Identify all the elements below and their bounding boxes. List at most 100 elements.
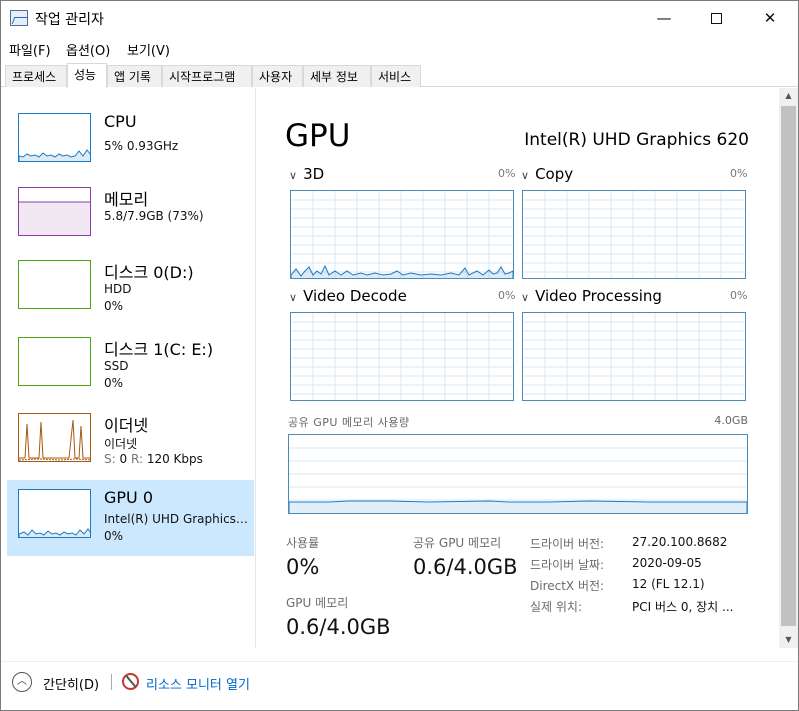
task-manager-window: 작업 관리자 — ✕ 파일(F) 옵션(O) 보기(V) 프로세스 성능 앱 기… (0, 0, 799, 711)
cpu-thumbnail-graph (18, 113, 91, 162)
open-resource-monitor-link[interactable]: 리소스 모니터 열기 (146, 674, 250, 693)
chevron-up-icon[interactable]: ︿ (12, 672, 32, 692)
menu-options[interactable]: 옵션(O) (66, 40, 110, 59)
sidebar-item-ethernet[interactable]: 이더넷 이더넷 S: 0 R: 120 Kbps (7, 404, 254, 480)
maximize-icon (710, 13, 722, 24)
shared-memory-graph-label: 공유 GPU 메모리 사용량 (288, 416, 410, 429)
engine-copy-graph (522, 190, 746, 279)
minimize-button[interactable]: — (641, 1, 687, 35)
maximize-button[interactable] (693, 1, 739, 35)
engine-video-decode-graph (290, 312, 514, 401)
memory-thumbnail-graph (18, 187, 91, 236)
sidebar-item-disk0[interactable]: 디스크 0(D:) HDD 0% (7, 251, 254, 327)
sidebar-gpu0-name: Intel(R) UHD Graphics… (104, 512, 248, 526)
sidebar-gpu0-usage: 0% (104, 529, 124, 543)
chevron-down-icon: ∨ (289, 169, 298, 182)
shared-memory-label: 공유 GPU 메모리 (413, 536, 502, 550)
driver-version-label: 드라이버 버전: (530, 537, 605, 551)
sidebar-item-gpu0[interactable]: GPU 0 Intel(R) UHD Graphics… 0% (7, 480, 254, 556)
ethernet-send-value: 0 (119, 452, 128, 466)
driver-date-label: 드라이버 날짜: (530, 558, 605, 572)
usage-value: 0% (286, 555, 320, 579)
directx-version-label: DirectX 버전: (530, 579, 605, 593)
footer-divider (111, 674, 112, 690)
scroll-thumb[interactable] (781, 106, 796, 626)
shared-memory-graph-max: 4.0GB (714, 414, 748, 427)
driver-date-value: 2020-09-05 (632, 556, 702, 570)
engine-3d-selector[interactable]: ∨ 3D (289, 165, 324, 183)
menu-view[interactable]: 보기(V) (127, 40, 170, 59)
menu-file[interactable]: 파일(F) (9, 40, 51, 59)
sidebar-disk1-usage: 0% (104, 376, 124, 390)
gpu-detail-pane: GPU Intel(R) UHD Graphics 620 ∨ 3D 0% ∨ Co… (257, 88, 779, 648)
ethernet-thumbnail-graph (18, 413, 91, 462)
sidebar-cpu-title: CPU (104, 112, 137, 131)
sidebar-memory-usage: 5.8/7.9GB (73%) (104, 209, 204, 223)
resource-monitor-icon[interactable] (122, 673, 139, 690)
scroll-up-arrow-icon[interactable]: ▲ (779, 88, 798, 104)
tab-startup[interactable]: 시작프로그램 (162, 65, 252, 87)
dedicated-memory-label: GPU 메모리 (286, 596, 349, 610)
dedicated-memory-value: 0.6/4.0GB (286, 615, 391, 639)
usage-label: 사용률 (286, 536, 320, 550)
engine-video-processing-selector[interactable]: ∨ Video Processing (521, 287, 662, 305)
engine-copy-percent: 0% (730, 167, 748, 180)
tab-bar: 프로세스 성능 앱 기록 시작프로그램 사용자 세부 정보 서비스 (1, 63, 798, 88)
page-title: GPU (285, 118, 351, 154)
chevron-down-icon: ∨ (289, 291, 298, 304)
tab-app-history[interactable]: 앱 기록 (107, 65, 162, 87)
physical-location-label: 실제 위치: (530, 600, 583, 614)
chevron-down-icon: ∨ (521, 291, 530, 304)
driver-version-value: 27.20.100.8682 (632, 535, 728, 549)
close-button[interactable]: ✕ (747, 1, 793, 35)
engine-video-processing-label: Video Processing (535, 287, 662, 305)
sidebar-disk1-type: SSD (104, 359, 129, 373)
sidebar-disk0-type: HDD (104, 282, 132, 296)
directx-version-value: 12 (FL 12.1) (632, 577, 705, 591)
gpu-model-name: Intel(R) UHD Graphics 620 (524, 130, 749, 150)
fewer-details-button[interactable]: 간단히(D) (43, 674, 99, 693)
engine-video-processing-graph (522, 312, 746, 401)
shared-memory-graph (288, 434, 748, 514)
sidebar-disk1-title: 디스크 1(C: E:) (104, 340, 214, 359)
engine-3d-label: 3D (303, 165, 325, 183)
tab-services[interactable]: 서비스 (371, 65, 421, 87)
disk0-thumbnail-graph (18, 260, 91, 309)
window-title: 작업 관리자 (35, 12, 104, 28)
physical-location-value: PCI 버스 0, 장치 ... (632, 600, 734, 614)
task-manager-icon (10, 10, 28, 26)
sidebar-cpu-usage: 5% 0.93GHz (104, 139, 179, 153)
disk1-thumbnail-graph (18, 337, 91, 386)
sidebar-item-disk1[interactable]: 디스크 1(C: E:) SSD 0% (7, 328, 254, 404)
tab-processes[interactable]: 프로세스 (5, 65, 67, 87)
scroll-down-arrow-icon[interactable]: ▼ (779, 632, 798, 648)
sidebar-memory-title: 메모리 (104, 190, 149, 209)
engine-video-decode-label: Video Decode (303, 287, 407, 305)
engine-3d-graph (290, 190, 514, 279)
ethernet-send-label: S: (104, 452, 116, 466)
engine-video-decode-percent: 0% (498, 289, 516, 302)
sidebar-gpu0-title: GPU 0 (104, 488, 154, 507)
sidebar-ethernet-adapter: 이더넷 (104, 437, 138, 451)
sidebar-item-cpu[interactable]: CPU 5% 0.93GHz (7, 104, 254, 180)
sidebar-item-memory[interactable]: 메모리 5.8/7.9GB (73%) (7, 178, 254, 254)
tab-performance[interactable]: 성능 (67, 63, 107, 88)
sidebar-disk0-usage: 0% (104, 299, 124, 313)
engine-copy-label: Copy (535, 165, 574, 183)
engine-copy-selector[interactable]: ∨ Copy (521, 165, 573, 183)
tab-users[interactable]: 사용자 (252, 65, 303, 87)
shared-memory-value: 0.6/4.0GB (413, 555, 518, 579)
performance-sidebar: CPU 5% 0.93GHz 메모리 5.8/7.9GB (73%) 디스크 0… (1, 88, 256, 648)
tab-details[interactable]: 세부 정보 (303, 65, 371, 87)
engine-video-decode-selector[interactable]: ∨ Video Decode (289, 287, 407, 305)
ethernet-receive-label: R: (130, 452, 143, 466)
chevron-down-icon: ∨ (521, 169, 530, 182)
menu-bar: 파일(F) 옵션(O) 보기(V) (1, 37, 798, 59)
footer-bar: ︿ 간단히(D) 리소스 모니터 열기 (1, 661, 798, 701)
engine-3d-percent: 0% (498, 167, 516, 180)
sidebar-ethernet-throughput: S: 0 R: 120 Kbps (104, 452, 203, 466)
sidebar-ethernet-title: 이더넷 (104, 416, 149, 435)
gpu0-thumbnail-graph (18, 489, 91, 538)
title-bar: 작업 관리자 — ✕ (1, 1, 798, 37)
vertical-scrollbar[interactable]: ▲ ▼ (779, 88, 798, 648)
